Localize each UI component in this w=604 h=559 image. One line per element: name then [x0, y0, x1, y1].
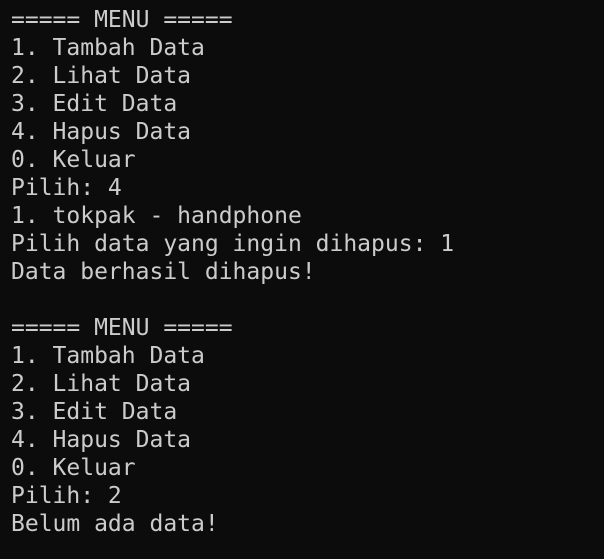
menu-option-keluar: 0. Keluar: [11, 147, 136, 173]
menu-option-lihat-data: 2. Lihat Data: [11, 371, 192, 397]
terminal-output[interactable]: ===== MENU ===== 1. Tambah Data 2. Lihat…: [0, 0, 604, 559]
menu-option-tambah-data: 1. Tambah Data: [11, 35, 205, 61]
menu-header: ===== MENU =====: [11, 7, 233, 33]
delete-prompt: Pilih data yang ingin dihapus: 1: [11, 231, 455, 257]
menu-header: ===== MENU =====: [11, 315, 233, 341]
menu-option-keluar: 0. Keluar: [11, 455, 136, 481]
delete-success-message: Data berhasil dihapus!: [11, 259, 316, 285]
menu-option-tambah-data: 1. Tambah Data: [11, 343, 205, 369]
choice-prompt: Pilih: 4: [11, 175, 122, 201]
menu-option-lihat-data: 2. Lihat Data: [11, 63, 192, 89]
menu-option-hapus-data: 4. Hapus Data: [11, 119, 192, 145]
data-list-item: 1. tokpak - handphone: [11, 203, 302, 229]
choice-prompt: Pilih: 2: [11, 483, 122, 509]
menu-option-edit-data: 3. Edit Data: [11, 399, 178, 425]
menu-option-hapus-data: 4. Hapus Data: [11, 427, 192, 453]
no-data-message: Belum ada data!: [11, 511, 219, 537]
menu-option-edit-data: 3. Edit Data: [11, 91, 178, 117]
